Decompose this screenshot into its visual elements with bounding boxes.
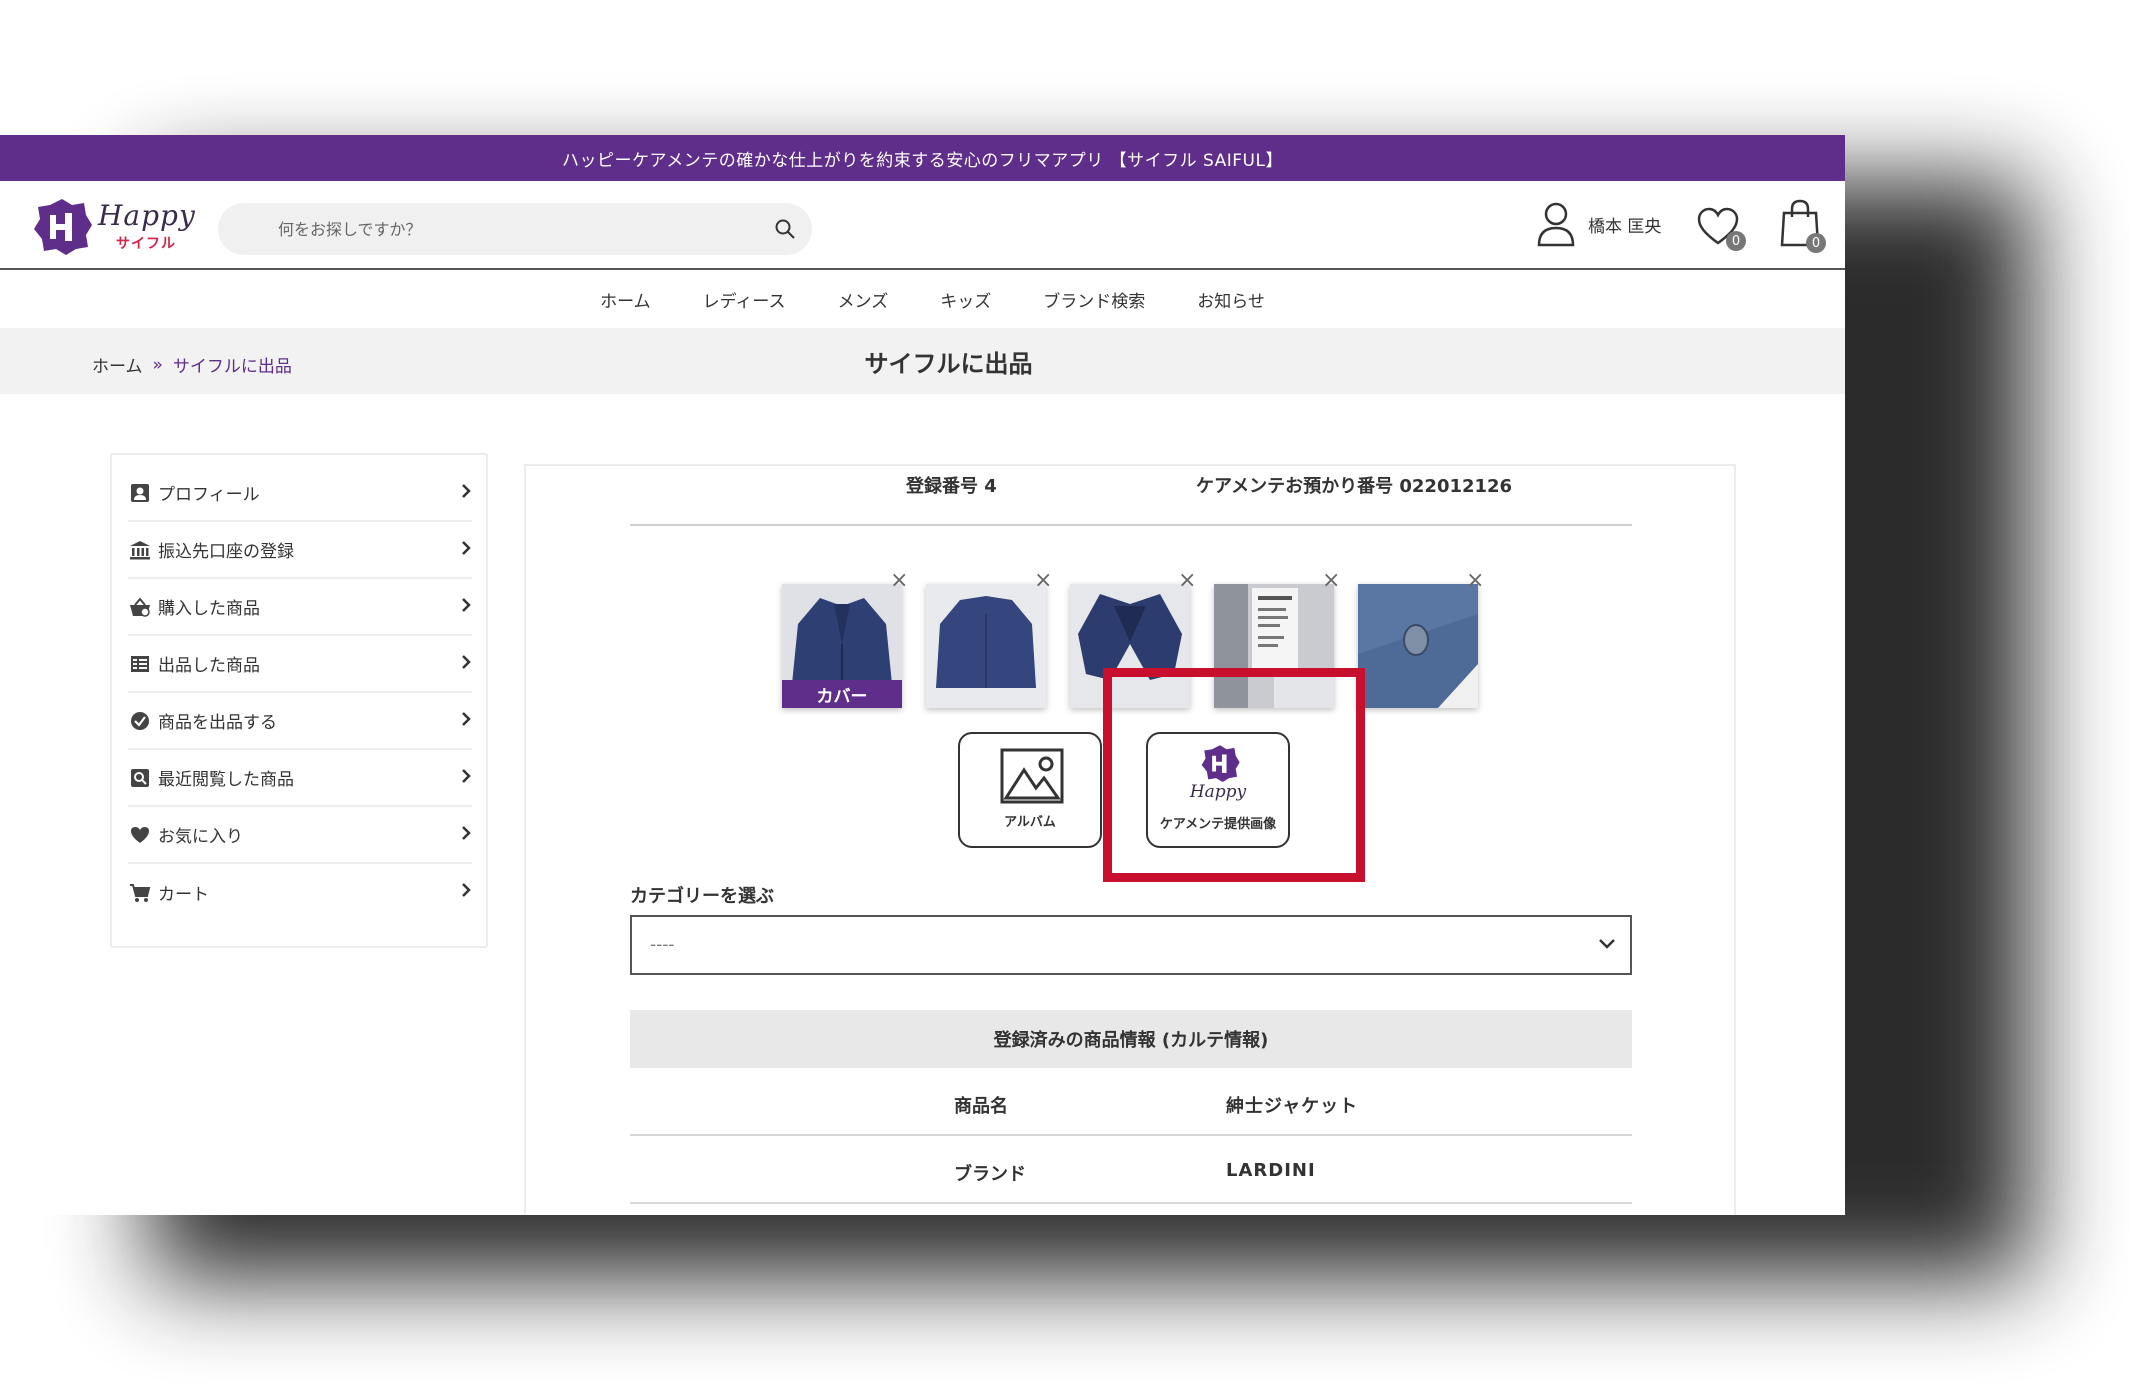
search-box-icon xyxy=(128,766,152,790)
jacket-button-image xyxy=(1358,584,1478,708)
nav-ladies[interactable]: レディース xyxy=(703,287,786,312)
info-value: 紳士ジャケット xyxy=(1226,1096,1359,1117)
breadcrumb-bar: ホーム » サイフルに出品 サイフルに出品 xyxy=(0,328,1845,394)
happy-logo-icon xyxy=(34,199,92,255)
sidebar-item-label: 振込先口座の登録 xyxy=(158,542,294,562)
check-circle-icon xyxy=(128,709,152,733)
chevron-right-icon xyxy=(462,712,471,726)
photo-thumbnail[interactable]: カバー xyxy=(782,584,902,708)
sidebar-item-recently-viewed[interactable]: 最近閲覧した商品 xyxy=(128,750,472,807)
remove-photo-close-icon[interactable]: × xyxy=(1034,568,1052,593)
info-row: 商品名 紳士ジャケット xyxy=(630,1068,1632,1136)
sidebar-item-label: 購入した商品 xyxy=(158,599,260,619)
cart-count-badge: 0 xyxy=(1806,233,1826,253)
logo-subtitle: サイフル xyxy=(116,236,176,252)
search-icon[interactable] xyxy=(774,218,796,240)
registration-info: 登録番号 4 ケアメンテお預かり番号 022012126 xyxy=(630,466,1632,526)
sidebar-item-label: 最近閲覧した商品 xyxy=(158,770,294,790)
sidebar-item-label: 出品した商品 xyxy=(158,656,260,676)
sidebar-item-profile[interactable]: プロフィール xyxy=(128,465,472,522)
info-row: ブランド LARDINI xyxy=(630,1136,1632,1204)
mypage-sidebar: プロフィール 振込先口座の登録 購入した商品 出品した商品 商品を出品する 最近 xyxy=(110,453,488,948)
user-name: 橋本 匡央 xyxy=(1588,216,1662,237)
photo-thumbnail[interactable] xyxy=(1358,584,1478,708)
nav-home[interactable]: ホーム xyxy=(600,287,651,312)
main-nav: ホーム レディース メンズ キッズ ブランド検索 お知らせ xyxy=(0,270,1845,328)
chevron-right-icon xyxy=(462,541,471,555)
search-bar xyxy=(218,203,812,255)
sidebar-item-cart[interactable]: カート xyxy=(128,864,472,921)
sidebar-item-purchased[interactable]: 購入した商品 xyxy=(128,579,472,636)
cart-button[interactable]: 0 xyxy=(1780,199,1826,253)
logo-wordmark: Happy xyxy=(98,199,196,232)
remove-photo-close-icon[interactable]: × xyxy=(890,568,908,593)
promo-banner-text: ハッピーケアメンテの確かな仕上がりを約束する安心のフリマアプリ 【サイフル SA… xyxy=(562,150,1283,171)
info-value: LARDINI xyxy=(1226,1160,1316,1181)
favorites-count-badge: 0 xyxy=(1726,231,1746,251)
remove-photo-close-icon[interactable]: × xyxy=(1466,568,1484,593)
promo-banner: ハッピーケアメンテの確かな仕上がりを約束する安心のフリマアプリ 【サイフル SA… xyxy=(0,135,1845,181)
profile-icon xyxy=(128,481,152,505)
image-icon xyxy=(1000,748,1064,804)
category-select[interactable]: ---- xyxy=(630,915,1632,975)
chevron-right-icon xyxy=(462,598,471,612)
jacket-back-image xyxy=(926,584,1046,708)
info-key: ブランド xyxy=(954,1164,1026,1185)
sidebar-item-label: カート xyxy=(158,885,209,905)
user-icon xyxy=(1537,202,1575,247)
chevron-right-icon xyxy=(462,484,471,498)
chevron-down-icon xyxy=(1599,939,1615,949)
cart-icon xyxy=(128,881,152,905)
sidebar-item-label: お気に入り xyxy=(158,827,243,847)
site-header: Happy サイフル 橋本 匡央 0 xyxy=(0,181,1845,270)
nav-news[interactable]: お知らせ xyxy=(1197,287,1265,312)
chevron-right-icon xyxy=(462,769,471,783)
list-icon xyxy=(128,652,152,676)
registration-number: 登録番号 4 xyxy=(906,476,997,497)
heart-icon xyxy=(128,823,152,847)
chevron-right-icon xyxy=(462,655,471,669)
sidebar-item-bank-account[interactable]: 振込先口座の登録 xyxy=(128,522,472,579)
page-title: サイフルに出品 xyxy=(864,350,1033,378)
nav-brand-search[interactable]: ブランド検索 xyxy=(1043,287,1145,312)
album-button[interactable]: アルバム xyxy=(958,732,1102,848)
user-account[interactable]: 橋本 匡央 xyxy=(1536,201,1661,247)
sidebar-item-label: プロフィール xyxy=(158,485,260,505)
nav-kids[interactable]: キッズ xyxy=(940,287,991,312)
sidebar-item-listed[interactable]: 出品した商品 xyxy=(128,636,472,693)
nav-mens[interactable]: メンズ xyxy=(838,287,889,312)
sidebar-item-label: 商品を出品する xyxy=(158,713,277,733)
bank-icon xyxy=(128,538,152,562)
cover-label: カバー xyxy=(782,680,902,708)
highlight-annotation-box xyxy=(1103,668,1365,882)
remove-photo-close-icon[interactable]: × xyxy=(1322,568,1340,593)
sidebar-item-favorites[interactable]: お気に入り xyxy=(128,807,472,864)
sidebar-item-sell[interactable]: 商品を出品する xyxy=(128,693,472,750)
search-input[interactable] xyxy=(218,203,738,255)
chevron-right-icon xyxy=(462,826,471,840)
site-logo[interactable]: Happy サイフル xyxy=(32,197,202,259)
care-number: ケアメンテお預かり番号 022012126 xyxy=(1196,476,1513,497)
favorites-button[interactable]: 0 xyxy=(1696,207,1746,251)
category-select-value: ---- xyxy=(650,935,675,955)
remove-photo-close-icon[interactable]: × xyxy=(1178,568,1196,593)
info-key: 商品名 xyxy=(954,1096,1008,1117)
category-label: カテゴリーを選ぶ xyxy=(630,886,774,907)
chevron-right-icon xyxy=(462,883,471,897)
album-button-label: アルバム xyxy=(1004,815,1056,830)
photo-thumbnail[interactable] xyxy=(926,584,1046,708)
registered-info-heading: 登録済みの商品情報 (カルテ情報) xyxy=(630,1010,1632,1068)
basket-icon xyxy=(128,595,152,619)
